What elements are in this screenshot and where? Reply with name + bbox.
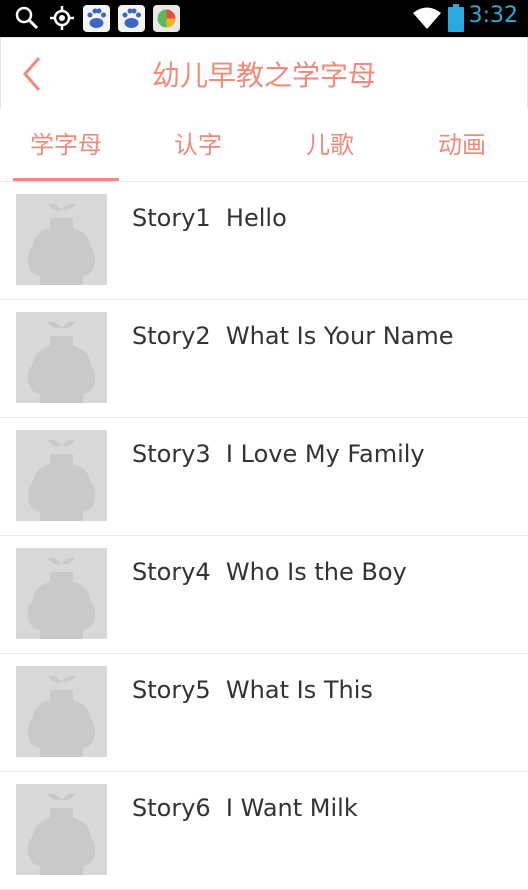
battery-icon xyxy=(448,4,464,32)
list-item[interactable]: Story2 What Is Your Name xyxy=(0,300,528,418)
app-icon xyxy=(153,5,180,32)
story-title: Story2 What Is Your Name xyxy=(132,322,454,350)
wifi-icon xyxy=(413,7,441,29)
story-list: Story1 Hello Story2 What Is Your Name St… xyxy=(0,182,528,890)
story-title: Story5 What Is This xyxy=(132,676,373,704)
baidu-icon xyxy=(118,5,145,32)
list-item[interactable]: Story5 What Is This xyxy=(0,654,528,772)
tab-bar: 学字母 认字 儿歌 动画 xyxy=(0,108,528,182)
placeholder-thumbnail-icon xyxy=(16,312,107,403)
list-item[interactable]: Story6 I Want Milk xyxy=(0,772,528,890)
placeholder-thumbnail-icon xyxy=(16,430,107,521)
list-item[interactable]: Story1 Hello xyxy=(0,182,528,300)
tab-letters[interactable]: 学字母 xyxy=(0,108,132,181)
page-title: 幼儿早教之学字母 xyxy=(151,59,376,92)
app-header: 幼儿早教之学字母 xyxy=(0,37,528,109)
location-icon xyxy=(50,6,74,30)
story-title: Story4 Who Is the Boy xyxy=(132,558,407,586)
list-item[interactable]: Story3 I Love My Family xyxy=(0,418,528,536)
placeholder-thumbnail-icon xyxy=(16,784,107,875)
tab-songs[interactable]: 儿歌 xyxy=(264,108,396,181)
tab-animation[interactable]: 动画 xyxy=(396,108,528,181)
search-icon xyxy=(15,6,39,30)
placeholder-thumbnail-icon xyxy=(16,194,107,285)
placeholder-thumbnail-icon xyxy=(16,548,107,639)
story-title: Story3 I Love My Family xyxy=(132,440,425,468)
story-title: Story1 Hello xyxy=(132,204,287,232)
tab-characters[interactable]: 认字 xyxy=(132,108,264,181)
baidu-icon xyxy=(83,5,110,32)
list-item[interactable]: Story4 Who Is the Boy xyxy=(0,536,528,654)
story-title: Story6 I Want Milk xyxy=(132,794,358,822)
status-time: 3:32 xyxy=(468,3,518,28)
status-bar: 3:32 xyxy=(0,0,528,37)
placeholder-thumbnail-icon xyxy=(16,666,107,757)
